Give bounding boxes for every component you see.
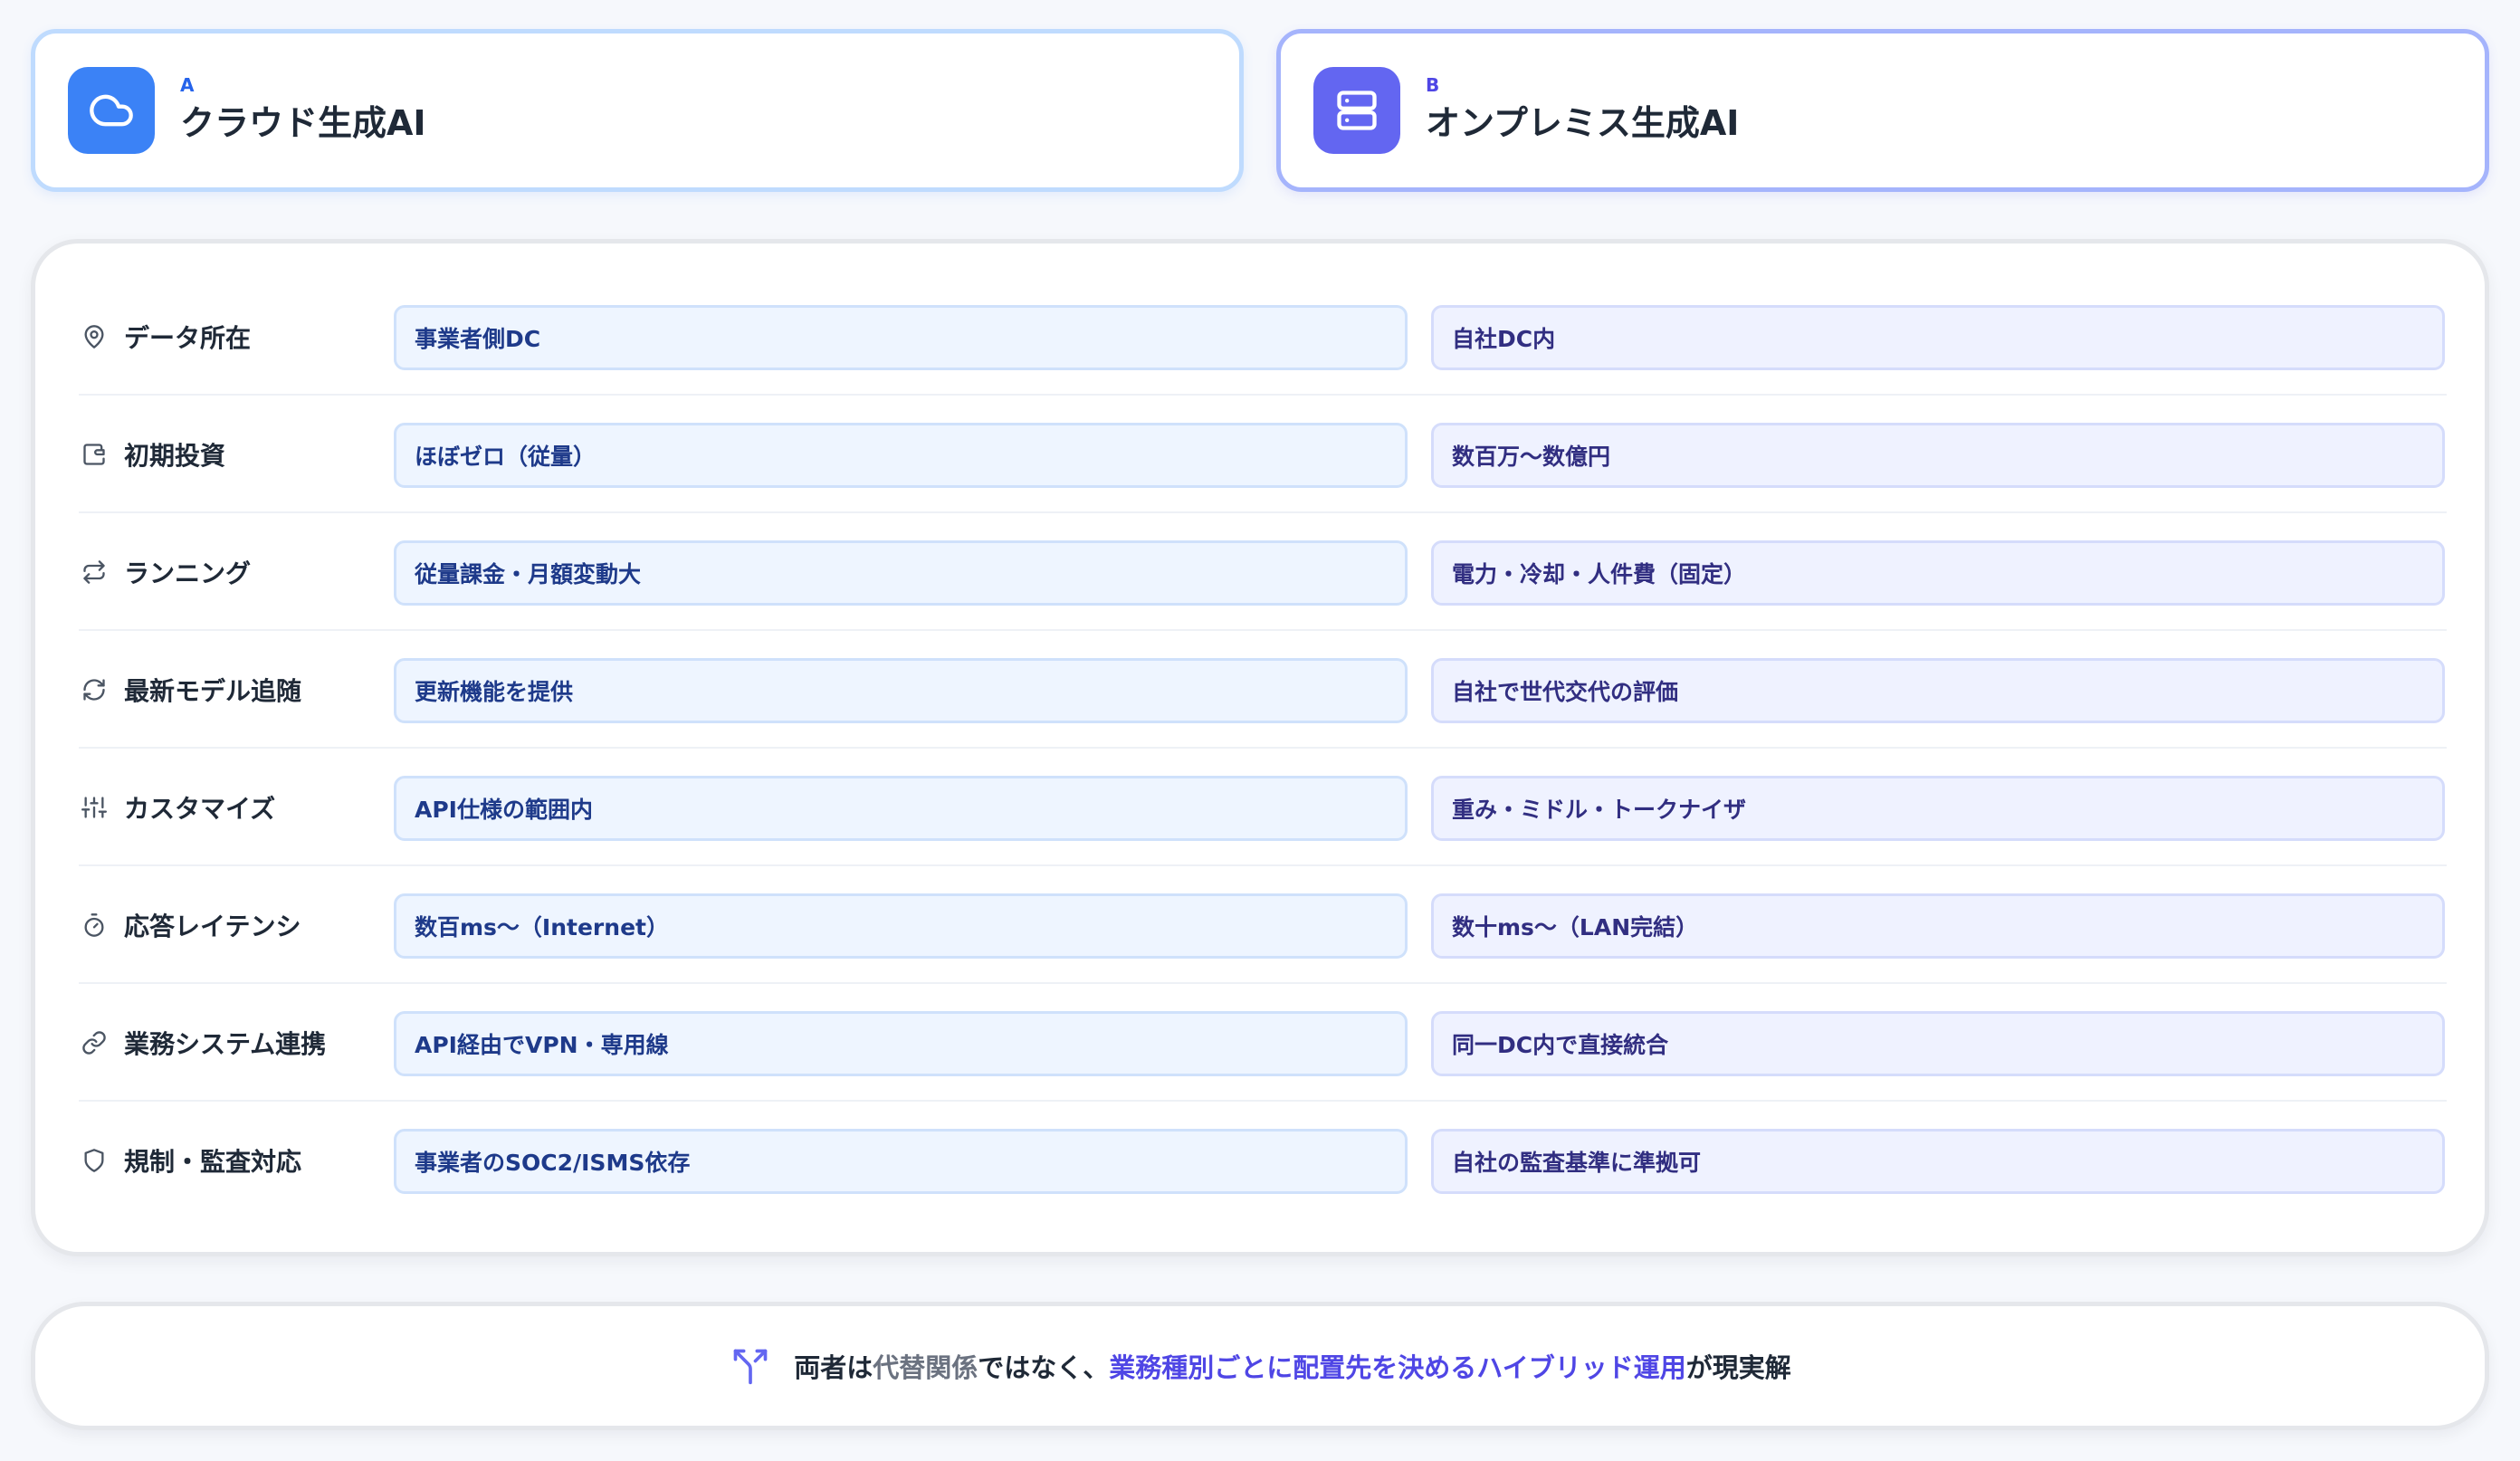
shield-icon (79, 1145, 110, 1176)
cloud-value: 従量課金・月額変動大 (394, 540, 1408, 606)
onprem-value: 数十ms〜（LAN完結） (1431, 893, 2445, 959)
row-label: データ所在 (124, 323, 252, 353)
conclusion-banner: 両者は代替関係ではなく、業務種別ごとに配置先を決めるハイブリッド運用が現実解 (31, 1302, 2489, 1430)
onprem-value: 重み・ミドル・トークナイザ (1431, 776, 2445, 841)
refresh-icon (79, 674, 110, 705)
onprem-value: 自社の監査基準に準拠可 (1431, 1129, 2445, 1194)
table-row: 業務システム連携 API経由でVPN・専用線 同一DC内で直接統合 (79, 984, 2447, 1102)
table-row: 最新モデル追随 更新機能を提供 自社で世代交代の評価 (79, 631, 2447, 749)
onprem-ai-header-card: B オンプレミス生成AI (1276, 29, 2489, 192)
onprem-ai-letter: B (1426, 74, 1440, 96)
row-label: ランニング (124, 559, 252, 588)
table-row: ランニング 従量課金・月額変動大 電力・冷却・人件費（固定） (79, 513, 2447, 631)
row-label: 最新モデル追随 (124, 676, 302, 706)
row-label: 業務システム連携 (124, 1029, 327, 1059)
conclusion-highlight: 業務種別ごとに配置先を決めるハイブリッド運用 (1109, 1352, 1686, 1383)
cloud-ai-header-card: A クラウド生成AI (31, 29, 1244, 192)
table-row: カスタマイズ API仕様の範囲内 重み・ミドル・トークナイザ (79, 749, 2447, 866)
comparison-page: A クラウド生成AI B オンプレミス生成AI データ所在 事業者側DC 自社D… (0, 0, 2520, 1461)
table-row: 規制・監査対応 事業者のSOC2/ISMS依存 自社の監査基準に準拠可 (79, 1102, 2447, 1219)
timer-icon (79, 910, 110, 941)
cloud-value: 事業者のSOC2/ISMS依存 (394, 1129, 1408, 1194)
onprem-value: 自社DC内 (1431, 305, 2445, 370)
wallet-icon (79, 439, 110, 470)
link-icon (79, 1027, 110, 1058)
repeat-icon (79, 557, 110, 587)
row-label: 応答レイテンシ (124, 912, 301, 941)
cloud-value: 事業者側DC (394, 305, 1408, 370)
onprem-value: 自社で世代交代の評価 (1431, 658, 2445, 723)
onprem-value: 数百万〜数億円 (1431, 423, 2445, 488)
table-row: 応答レイテンシ 数百ms〜（Internet） 数十ms〜（LAN完結） (79, 866, 2447, 984)
onprem-value: 電力・冷却・人件費（固定） (1431, 540, 2445, 606)
table-row: データ所在 事業者側DC 自社DC内 (79, 278, 2447, 396)
row-label: 規制・監査対応 (124, 1147, 302, 1177)
split-arrows-icon (729, 1344, 772, 1388)
cloud-ai-letter: A (180, 74, 195, 96)
cloud-icon (68, 67, 155, 154)
conclusion-text: 両者は代替関係ではなく、業務種別ごとに配置先を決めるハイブリッド運用が現実解 (794, 1347, 1790, 1385)
comparison-table: データ所在 事業者側DC 自社DC内 初期投資 ほぼゼロ（従量） 数百万〜数億円… (31, 239, 2489, 1256)
cloud-value: ほぼゼロ（従量） (394, 423, 1408, 488)
conclusion-part-3: ではなく、 (978, 1352, 1110, 1383)
conclusion-part-1: 両者は (794, 1352, 873, 1383)
cloud-value: API仕様の範囲内 (394, 776, 1408, 841)
conclusion-part-2: 代替関係 (873, 1352, 978, 1383)
conclusion-part-5: が現実解 (1685, 1352, 1791, 1383)
server-icon (1313, 67, 1400, 154)
cloud-value: API経由でVPN・専用線 (394, 1011, 1408, 1076)
cloud-value: 更新機能を提供 (394, 658, 1408, 723)
onprem-value: 同一DC内で直接統合 (1431, 1011, 2445, 1076)
sliders-icon (79, 792, 110, 823)
map-pin-icon (79, 321, 110, 352)
cloud-ai-title: クラウド生成AI (180, 103, 426, 143)
cloud-value: 数百ms〜（Internet） (394, 893, 1408, 959)
onprem-ai-title: オンプレミス生成AI (1426, 103, 1740, 143)
row-label: カスタマイズ (124, 794, 276, 824)
table-row: 初期投資 ほぼゼロ（従量） 数百万〜数億円 (79, 396, 2447, 513)
row-label: 初期投資 (124, 441, 226, 471)
